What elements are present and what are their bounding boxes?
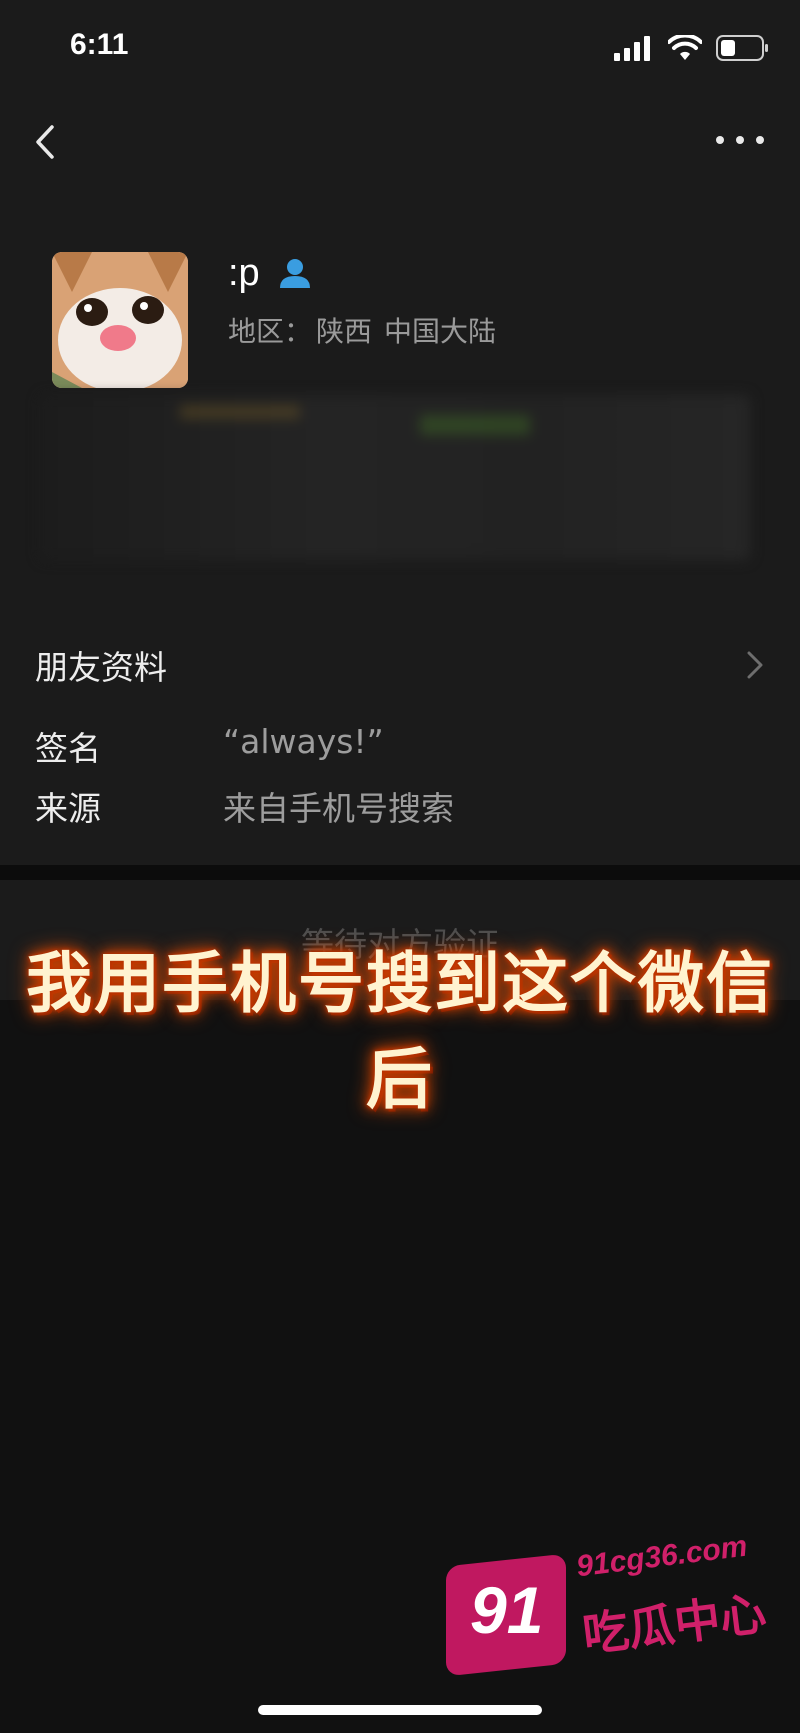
source-value: 来自手机号搜索 xyxy=(223,789,454,828)
person-icon xyxy=(279,258,310,288)
info-section: 朋友资料 签名 “always!” 来源 来自手机号搜索 xyxy=(0,610,800,865)
watermark-number: 91 xyxy=(470,1573,544,1647)
profile-region: 地区： 陕西 中国大陆 xyxy=(228,310,508,350)
blurred-moments-area xyxy=(40,395,750,560)
region-country: 中国大陆 xyxy=(384,315,497,348)
chevron-right-icon xyxy=(747,651,763,679)
signature-label: 签名 xyxy=(35,729,101,768)
battery-icon xyxy=(716,35,768,61)
profile-header: :p 地区： 陕西 中国大陆 xyxy=(0,220,800,610)
home-indicator xyxy=(258,1705,542,1715)
cat-avatar-image xyxy=(52,252,188,388)
friend-profile-label: 朋友资料 xyxy=(35,648,167,687)
status-bar: 6:11 xyxy=(0,0,800,100)
top-nav xyxy=(0,100,800,220)
profile-name: :p xyxy=(228,252,260,294)
source-row: 来源 来自手机号搜索 xyxy=(35,782,454,830)
region-province: 陕西 xyxy=(316,315,373,348)
watermark: 91 91cg36.com 吃瓜中心 xyxy=(446,1530,776,1680)
video-caption: 我用手机号搜到这个微信后 xyxy=(26,945,774,1118)
source-label: 来源 xyxy=(35,789,101,828)
avatar[interactable] xyxy=(52,252,188,388)
watermark-name: 吃瓜中心 xyxy=(579,1585,769,1662)
status-icons xyxy=(614,34,770,62)
profile-name-row: :p xyxy=(228,252,312,295)
watermark-url: 91cg36.com xyxy=(574,1529,750,1584)
status-time: 6:11 xyxy=(70,28,129,61)
wifi-icon xyxy=(668,35,702,60)
section-divider xyxy=(0,865,800,880)
signature-value: “always!” xyxy=(223,722,384,761)
more-dots-icon[interactable] xyxy=(710,120,770,160)
friend-profile-row[interactable]: 朋友资料 xyxy=(35,640,765,690)
signal-icon xyxy=(614,36,650,61)
chevron-left-icon[interactable] xyxy=(30,120,80,170)
region-label: 地区： xyxy=(228,315,313,348)
signature-row: 签名 “always!” xyxy=(35,722,384,770)
